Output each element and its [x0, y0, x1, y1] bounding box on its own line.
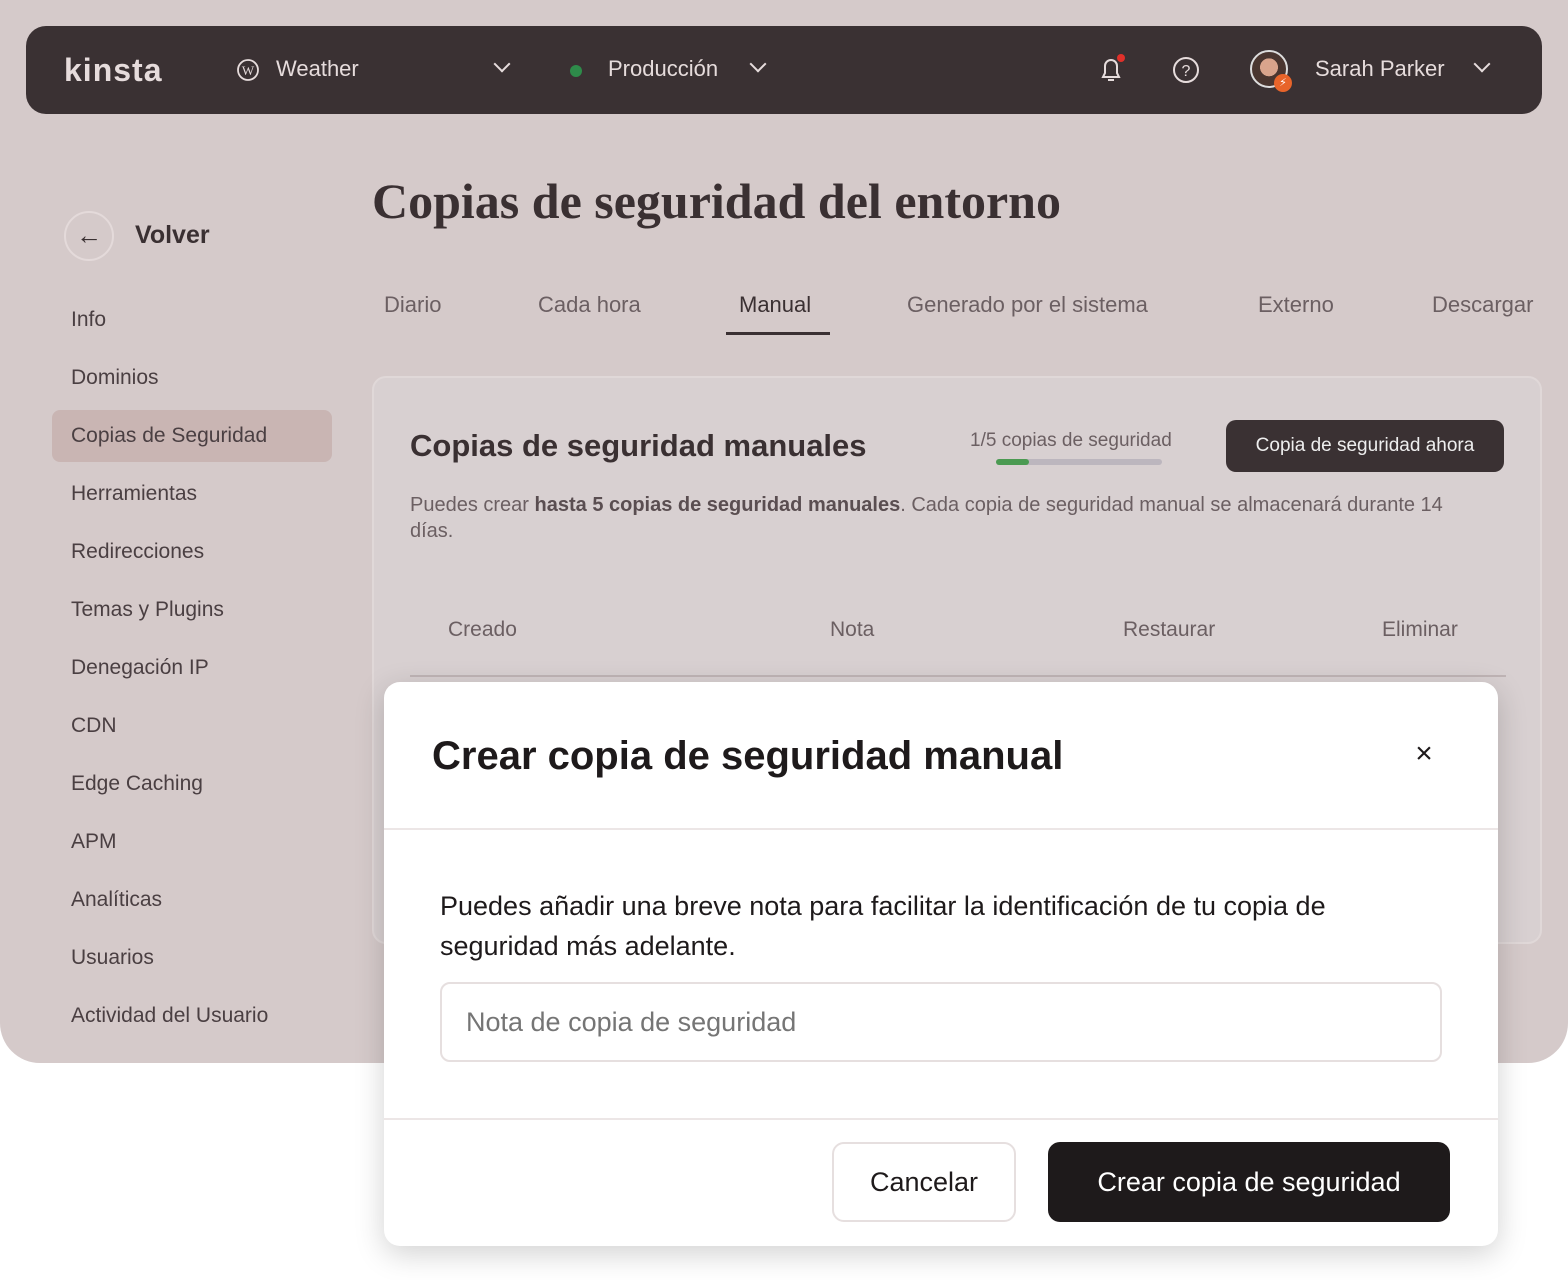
modal-footer-divider	[384, 1118, 1498, 1120]
chevron-down-icon	[1473, 55, 1491, 73]
sidebar-item-dominios[interactable]: Dominios	[52, 352, 332, 404]
bell-icon	[1101, 54, 1125, 81]
page-title: Copias de seguridad del entorno	[372, 173, 1061, 229]
modal-header-divider	[384, 828, 1498, 830]
column-eliminar: Eliminar	[1382, 618, 1458, 641]
notifications-button[interactable]	[1096, 54, 1126, 86]
backup-usage-bar	[996, 459, 1162, 465]
cancel-button[interactable]: Cancelar	[832, 1142, 1016, 1222]
tab-diario[interactable]: Diario	[384, 292, 441, 318]
sidebar-item-copias[interactable]: Copias de Seguridad	[52, 410, 332, 462]
backup-usage-fill	[996, 459, 1030, 465]
svg-text:W: W	[242, 63, 255, 78]
user-menu[interactable]: ⚡ Sarah Parker	[1250, 50, 1520, 92]
backup-usage-text: 1/5 copias de seguridad	[970, 430, 1172, 451]
lightning-badge-icon: ⚡	[1274, 74, 1292, 92]
sidebar-item-analiticas[interactable]: Analíticas	[52, 874, 332, 926]
backup-note-input[interactable]	[440, 982, 1442, 1062]
column-restaurar: Restaurar	[1123, 618, 1216, 641]
modal-description: Puedes añadir una breve nota para facili…	[440, 891, 1326, 961]
active-tab-indicator	[726, 332, 830, 335]
user-name: Sarah Parker	[1315, 56, 1445, 81]
kinsta-logo[interactable]: kinsta	[64, 52, 162, 89]
environment-name: Producción	[608, 56, 719, 81]
chevron-down-icon	[749, 55, 767, 73]
tab-manual[interactable]: Manual	[739, 292, 811, 318]
chevron-down-icon	[493, 55, 511, 73]
wordpress-icon: W	[237, 59, 259, 81]
card-description: Puedes crear hasta 5 copias de seguridad…	[410, 494, 1443, 542]
table-header-divider	[410, 675, 1506, 677]
site-selector[interactable]: W Weather	[236, 54, 516, 86]
site-name: Weather	[276, 56, 359, 81]
sidebar-item-cdn[interactable]: CDN	[52, 700, 332, 752]
back-button[interactable]: ← Volver	[64, 211, 234, 261]
card-title: Copias de seguridad manuales	[410, 428, 867, 463]
help-button[interactable]: ?	[1172, 56, 1200, 84]
create-backup-button[interactable]: Crear copia de seguridad	[1048, 1142, 1450, 1222]
sidebar-item-edge-caching[interactable]: Edge Caching	[52, 758, 332, 810]
sidebar-item-temas[interactable]: Temas y Plugins	[52, 584, 332, 636]
help-circle-icon: ?	[1173, 57, 1199, 83]
sidebar-item-apm[interactable]: APM	[52, 816, 332, 868]
sidebar-item-redirecciones[interactable]: Redirecciones	[52, 526, 332, 578]
tab-cada-hora[interactable]: Cada hora	[538, 292, 641, 318]
column-creado: Creado	[448, 618, 517, 641]
back-label: Volver	[135, 221, 210, 249]
tab-descargar[interactable]: Descargar	[1432, 292, 1533, 318]
sidebar-item-denegacion-ip[interactable]: Denegación IP	[52, 642, 332, 694]
column-nota: Nota	[830, 618, 875, 641]
sidebar-item-info[interactable]: Info	[52, 294, 332, 346]
svg-text:?: ?	[1182, 63, 1191, 80]
environment-status-dot	[570, 65, 582, 77]
tab-generado[interactable]: Generado por el sistema	[907, 292, 1148, 318]
create-backup-modal: Crear copia de seguridad manual × Puedes…	[384, 682, 1498, 1246]
tab-externo[interactable]: Externo	[1258, 292, 1334, 318]
modal-title: Crear copia de seguridad manual	[432, 734, 1064, 778]
top-bar: kinsta W Weather Producción ? ⚡ Sarah Pa…	[26, 26, 1542, 114]
environment-selector[interactable]: Producción	[566, 54, 776, 86]
sidebar-item-herramientas[interactable]: Herramientas	[52, 468, 332, 520]
sidebar-item-usuarios[interactable]: Usuarios	[52, 932, 332, 984]
sidebar-item-actividad[interactable]: Actividad del Usuario	[52, 990, 332, 1042]
backup-now-button[interactable]: Copia de seguridad ahora	[1226, 420, 1504, 472]
arrow-left-icon: ←	[64, 211, 114, 261]
close-icon[interactable]: ×	[1408, 738, 1440, 770]
